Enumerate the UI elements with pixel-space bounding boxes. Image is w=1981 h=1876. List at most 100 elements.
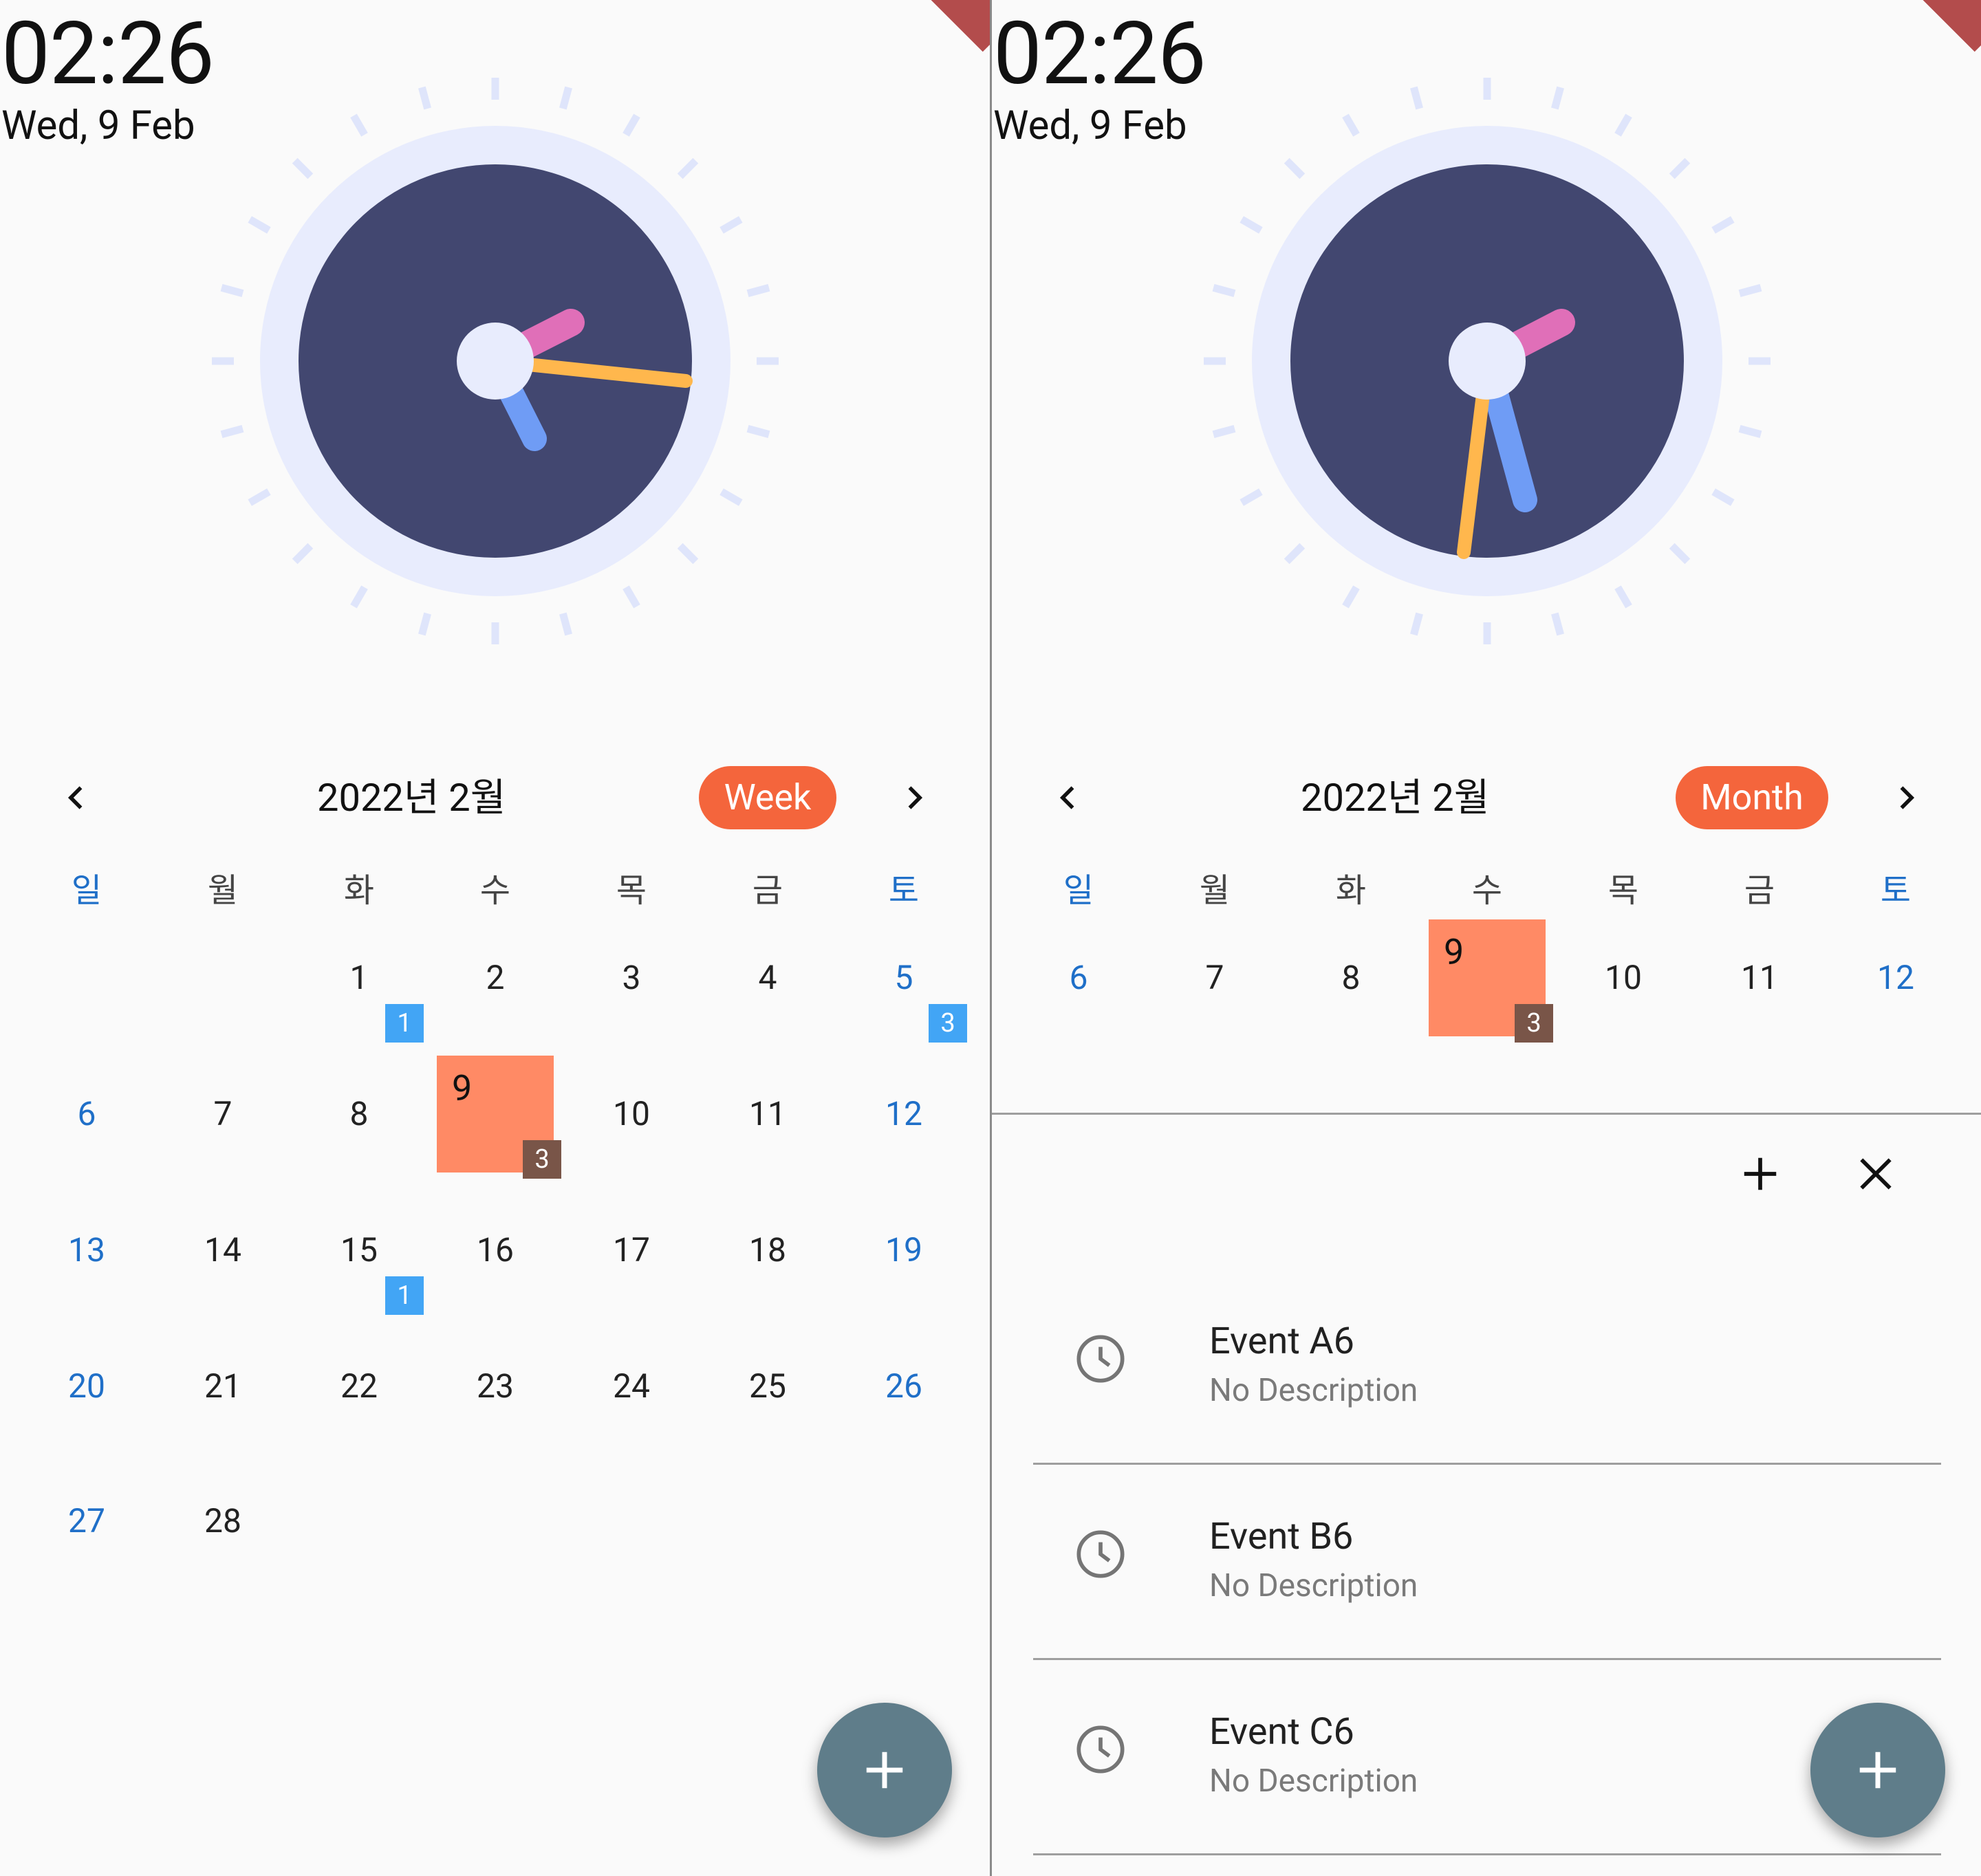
- prev-month-button[interactable]: [43, 763, 111, 832]
- weekday-wed: 수: [1471, 871, 1503, 910]
- week-view-panel: 02:26 Wed, 9 Feb 2022년 2월 Month 일 월 화 수 …: [992, 0, 1981, 1876]
- event-divider: [1033, 1658, 1941, 1660]
- day-cell[interactable]: 27: [19, 1501, 155, 1542]
- day-cell[interactable]: 13: [19, 1230, 155, 1271]
- day-cell[interactable]: 21: [155, 1366, 291, 1407]
- clock-tick: [1240, 488, 1263, 506]
- event-list-item[interactable]: Event C6 No Description: [1033, 1663, 1941, 1855]
- day-cell[interactable]: 10: [563, 1093, 700, 1135]
- clock-tick: [746, 284, 770, 297]
- clock-tick: [1614, 585, 1632, 609]
- add-event-fab[interactable]: [817, 1703, 952, 1837]
- day-cell[interactable]: 6: [1010, 957, 1147, 999]
- event-divider: [1033, 1853, 1941, 1855]
- weekday-sun: 일: [1063, 871, 1094, 910]
- clock-tick: [623, 585, 640, 609]
- day-cell[interactable]: 26: [836, 1366, 972, 1407]
- clock-tick: [1614, 113, 1632, 137]
- next-month-button[interactable]: [879, 763, 948, 832]
- day-cell[interactable]: 7: [1147, 957, 1283, 999]
- clock-tick: [350, 585, 368, 609]
- chevron-right-icon: [908, 786, 923, 809]
- event-count-badge: 3: [523, 1140, 561, 1179]
- clock-tick: [746, 425, 770, 438]
- format-toggle-button[interactable]: Month: [1676, 766, 1828, 829]
- weekday-thu: 목: [1607, 871, 1639, 910]
- calendar-title: 2022년 2월: [1301, 775, 1490, 820]
- clock-tick: [248, 216, 271, 234]
- day-cell[interactable]: 4: [700, 957, 836, 999]
- clock-tick: [1738, 425, 1762, 438]
- add-event-button[interactable]: [1722, 1136, 1798, 1212]
- day-cell[interactable]: 12: [1828, 957, 1964, 999]
- event-count-badge: 3: [1515, 1004, 1553, 1043]
- clock-tick: [292, 157, 314, 179]
- next-week-button[interactable]: [1871, 763, 1940, 832]
- plus-icon: [1744, 1157, 1777, 1190]
- day-cell[interactable]: 19: [836, 1230, 972, 1271]
- clock-tick: [1342, 113, 1360, 137]
- day-cell[interactable]: 22: [291, 1366, 427, 1407]
- day-cell[interactable]: 10: [1555, 957, 1691, 999]
- add-event-fab[interactable]: [1810, 1703, 1945, 1837]
- clock-tick: [1284, 543, 1306, 565]
- event-title: Event A6: [1209, 1320, 1354, 1363]
- day-cell[interactable]: 1: [291, 957, 427, 999]
- prev-week-button[interactable]: [1035, 763, 1103, 832]
- clock-tick: [1284, 157, 1306, 179]
- day-cell[interactable]: 18: [700, 1230, 836, 1271]
- weekday-wed: 수: [479, 871, 511, 910]
- day-cell[interactable]: 16: [427, 1230, 563, 1271]
- debug-banner: [914, 0, 991, 52]
- clock-tick: [623, 113, 640, 137]
- day-cell[interactable]: 5: [836, 957, 972, 999]
- day-cell[interactable]: 8: [291, 1093, 427, 1135]
- day-cell[interactable]: 11: [1691, 957, 1828, 999]
- clock-center-cap: [457, 323, 534, 400]
- day-cell[interactable]: 3: [563, 957, 700, 999]
- calendar-divider: [992, 1113, 1981, 1115]
- day-cell[interactable]: 14: [155, 1230, 291, 1271]
- clock-tick: [719, 216, 743, 234]
- clock-tick: [418, 86, 431, 110]
- chevron-left-icon: [1059, 786, 1074, 809]
- day-cell[interactable]: 12: [836, 1093, 972, 1135]
- clock-tick: [1410, 86, 1423, 110]
- day-cell[interactable]: 11: [700, 1093, 836, 1135]
- clock-tick: [719, 488, 743, 506]
- day-cell[interactable]: 20: [19, 1366, 155, 1407]
- weekday-tue: 화: [343, 871, 375, 910]
- clock-tick: [1551, 86, 1564, 110]
- day-cell[interactable]: 8: [1283, 957, 1419, 999]
- day-cell[interactable]: 28: [155, 1501, 291, 1542]
- day-cell[interactable]: 2: [427, 957, 563, 999]
- close-button[interactable]: [1838, 1136, 1914, 1212]
- clock-center-cap: [1449, 323, 1526, 400]
- day-cell[interactable]: 23: [427, 1366, 563, 1407]
- clock-tick: [1669, 543, 1691, 565]
- clock-icon: [1076, 1530, 1125, 1578]
- format-toggle-button[interactable]: Week: [699, 766, 836, 829]
- day-cell[interactable]: 24: [563, 1366, 700, 1407]
- plus-icon: [1859, 1752, 1896, 1789]
- clock-tick: [1551, 612, 1564, 636]
- clock-tick: [1212, 284, 1236, 297]
- clock-tick: [248, 488, 271, 506]
- day-cell[interactable]: 25: [700, 1366, 836, 1407]
- clock-icon: [1076, 1335, 1125, 1383]
- day-cell[interactable]: 17: [563, 1230, 700, 1271]
- clock-tick: [559, 612, 572, 636]
- day-cell[interactable]: 6: [19, 1093, 155, 1135]
- weekday-fri: 금: [752, 871, 783, 910]
- day-cell[interactable]: 7: [155, 1093, 291, 1135]
- calendar-title: 2022년 2월: [317, 775, 506, 820]
- clock-tick: [350, 113, 368, 137]
- day-cell[interactable]: 15: [291, 1230, 427, 1271]
- weekday-mon: 월: [1199, 871, 1231, 910]
- weekday-tue: 화: [1335, 871, 1367, 910]
- event-list-item[interactable]: Event B6 No Description: [1033, 1468, 1941, 1660]
- month-view-panel: 02:26 Wed, 9 Feb 2022년 2월 Week 일 월 화 수 목…: [0, 0, 991, 1876]
- clock-tick: [418, 612, 431, 636]
- event-list-item[interactable]: Event A6 No Description: [1033, 1272, 1941, 1465]
- plus-icon: [866, 1752, 903, 1789]
